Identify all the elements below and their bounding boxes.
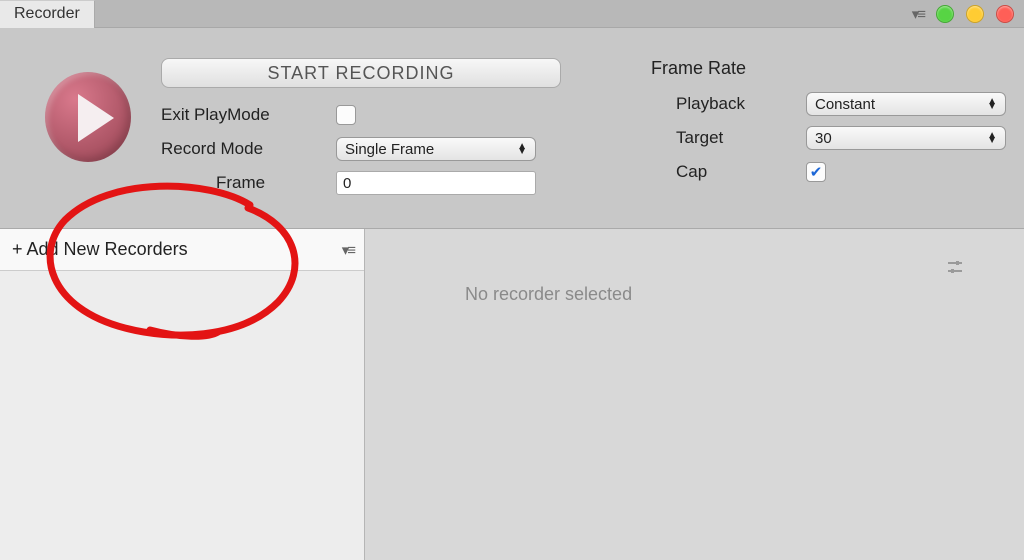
target-dropdown[interactable]: 30 ▲▼ (806, 126, 1006, 150)
recording-controls: START RECORDING Exit PlayMode Record Mod… (161, 58, 591, 200)
recorder-list-area: + Add New Recorders ▾≡ No recorder selec… (0, 228, 1024, 560)
frame-value: 0 (343, 175, 351, 192)
recorder-settings-panel: START RECORDING Exit PlayMode Record Mod… (0, 28, 1024, 228)
add-new-recorders-row[interactable]: + Add New Recorders ▾≡ (0, 229, 364, 271)
window-maximize-button[interactable] (966, 5, 984, 23)
window-close-button[interactable] (996, 5, 1014, 23)
frame-rate-title: Frame Rate (651, 58, 1006, 79)
context-menu-icon[interactable]: ▾≡ (912, 5, 924, 23)
recorder-tab[interactable]: Recorder (0, 0, 95, 28)
exit-playmode-label: Exit PlayMode (161, 105, 336, 125)
frame-input[interactable]: 0 (336, 171, 536, 195)
settings-toggle-icon[interactable] (946, 259, 964, 283)
record-mode-dropdown[interactable]: Single Frame ▲▼ (336, 137, 536, 161)
titlebar: Recorder ▾≡ (0, 0, 1024, 28)
target-label: Target (651, 128, 806, 148)
dropdown-arrows-icon: ▲▼ (987, 133, 997, 143)
cap-label: Cap (651, 162, 806, 182)
recorder-tab-label: Recorder (14, 5, 80, 23)
empty-state-message: No recorder selected (465, 284, 1024, 305)
frame-rate-controls: Frame Rate Playback Constant ▲▼ Target 3… (621, 58, 1006, 189)
target-value: 30 (815, 130, 832, 147)
exit-playmode-checkbox[interactable] (336, 105, 356, 125)
playback-label: Playback (651, 94, 806, 114)
window-controls: ▾≡ (912, 5, 1014, 23)
window-minimize-button[interactable] (936, 5, 954, 23)
playback-value: Constant (815, 96, 875, 113)
recorder-list-menu-icon[interactable]: ▾≡ (342, 241, 354, 259)
record-mode-value: Single Frame (345, 141, 434, 158)
dropdown-arrows-icon: ▲▼ (987, 99, 997, 109)
recorder-list-panel: + Add New Recorders ▾≡ (0, 229, 365, 560)
playback-dropdown[interactable]: Constant ▲▼ (806, 92, 1006, 116)
play-button[interactable] (45, 72, 131, 162)
frame-label: Frame (161, 173, 336, 193)
record-mode-label: Record Mode (161, 139, 336, 159)
recorder-detail-panel: No recorder selected (365, 229, 1024, 560)
dropdown-arrows-icon: ▲▼ (517, 144, 527, 154)
start-recording-label: START RECORDING (267, 63, 454, 84)
add-new-recorders-label: + Add New Recorders (12, 239, 188, 260)
cap-checkbox[interactable]: ✔ (806, 162, 826, 182)
start-recording-button[interactable]: START RECORDING (161, 58, 561, 88)
